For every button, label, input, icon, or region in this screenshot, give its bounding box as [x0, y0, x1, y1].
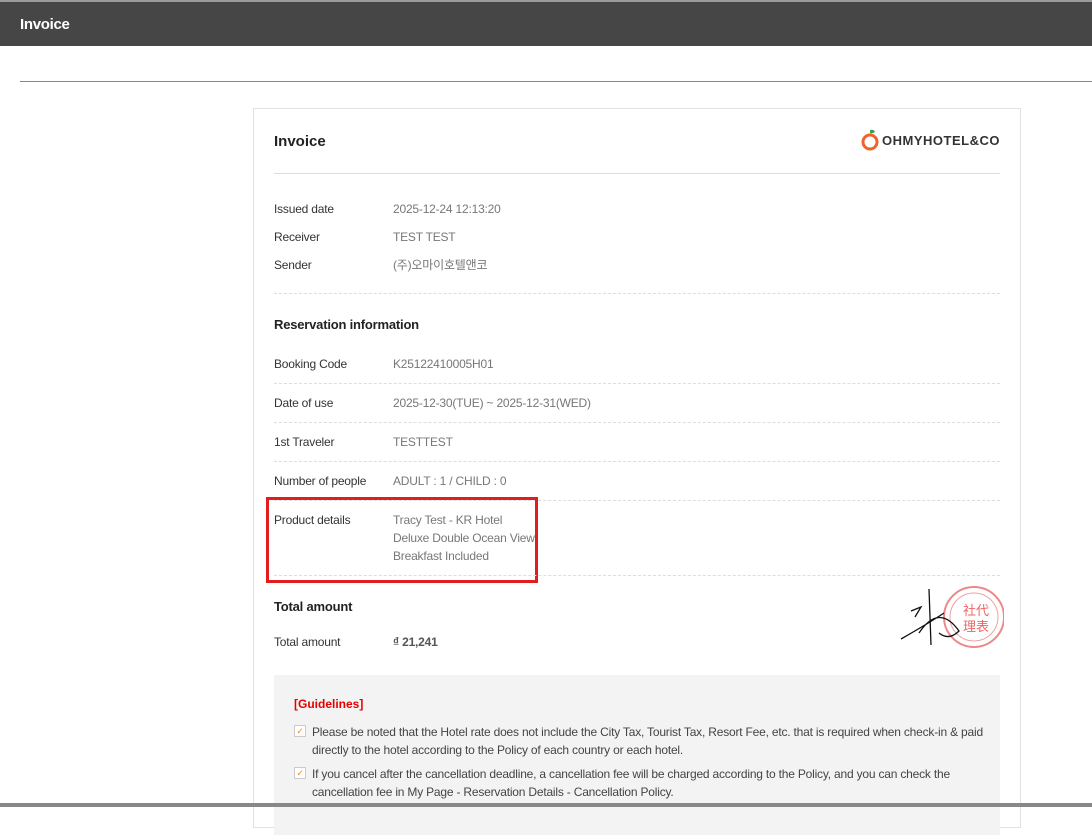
issued-date-label: Issued date	[274, 202, 334, 216]
date-of-use-label: Date of use	[274, 396, 334, 410]
sender-label: Sender	[274, 258, 312, 272]
total-value: ₫ 21,241	[393, 635, 438, 649]
receiver-value: TEST TEST	[393, 230, 456, 244]
divider	[274, 383, 1000, 384]
highlight-box	[266, 497, 538, 583]
reservation-heading: Reservation information	[274, 317, 419, 332]
divider	[20, 81, 1092, 82]
receiver-label: Receiver	[274, 230, 320, 244]
divider	[274, 293, 1000, 294]
divider	[274, 461, 1000, 462]
window-title: Invoice	[20, 16, 70, 33]
guidelines-panel: [Guidelines] ✓ Please be noted that the …	[274, 675, 1000, 835]
invoice-card: Invoice OHMYHOTEL&CO Issued date 2025-12…	[253, 108, 1021, 835]
svg-text:社代: 社代	[963, 603, 989, 618]
bottom-edge	[0, 803, 1092, 807]
signature-stamp-icon: 社代 理表	[900, 586, 1004, 648]
guideline-item: ✓ If you cancel after the cancellation d…	[294, 765, 984, 801]
divider	[274, 422, 1000, 423]
svg-text:理表: 理表	[963, 619, 989, 634]
guideline-item: ✓ Please be noted that the Hotel rate do…	[294, 723, 984, 759]
invoice-title: Invoice	[274, 133, 326, 150]
guideline-text: Please be noted that the Hotel rate does…	[312, 725, 983, 757]
check-icon: ✓	[294, 767, 306, 779]
check-icon: ✓	[294, 725, 306, 737]
booking-code-value: K25122410005H01	[393, 357, 494, 371]
guideline-text: If you cancel after the cancellation dea…	[312, 767, 950, 799]
booking-code-label: Booking Code	[274, 357, 347, 371]
orange-logo-icon	[861, 129, 879, 151]
divider	[274, 575, 1000, 576]
guidelines-title: [Guidelines]	[294, 697, 364, 711]
total-heading: Total amount	[274, 599, 353, 614]
total-label: Total amount	[274, 635, 341, 649]
sender-value: (주)오마이호텔앤코	[393, 258, 488, 272]
date-of-use-value: 2025-12-30(TUE) ~ 2025-12-31(WED)	[393, 396, 591, 410]
issued-date-value: 2025-12-24 12:13:20	[393, 202, 501, 216]
divider	[274, 173, 1000, 174]
company-logo: OHMYHOTEL&CO	[861, 129, 1000, 151]
traveler-value: TESTTEST	[393, 435, 453, 449]
logo-text: OHMYHOTEL&CO	[882, 132, 1000, 148]
window-title-bar: Invoice	[0, 0, 1092, 46]
people-value: ADULT : 1 / CHILD : 0	[393, 474, 507, 488]
people-label: Number of people	[274, 474, 367, 488]
traveler-label: 1st Traveler	[274, 435, 335, 449]
